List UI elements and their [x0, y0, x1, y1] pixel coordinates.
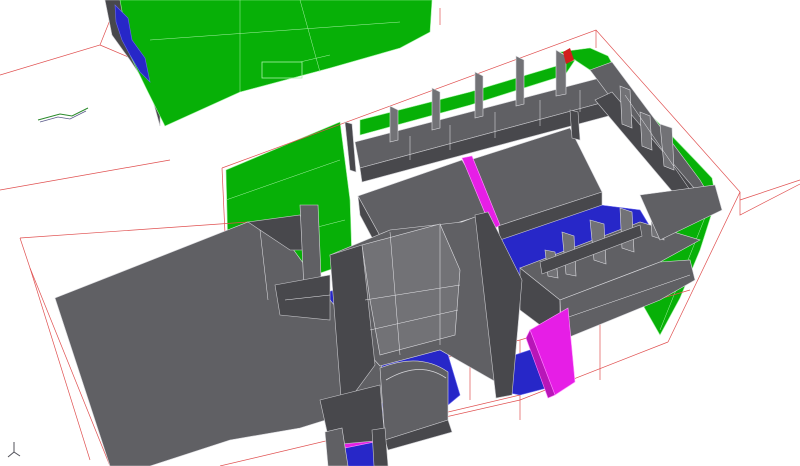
axis-triad-icon[interactable]: [7, 442, 21, 458]
right-fragment: [739, 179, 800, 201]
cad-3d-viewport[interactable]: [0, 0, 800, 466]
model-scene[interactable]: [0, 0, 800, 466]
reference-marker-icon: [37, 107, 89, 123]
upper-module[interactable]: [104, 0, 433, 127]
